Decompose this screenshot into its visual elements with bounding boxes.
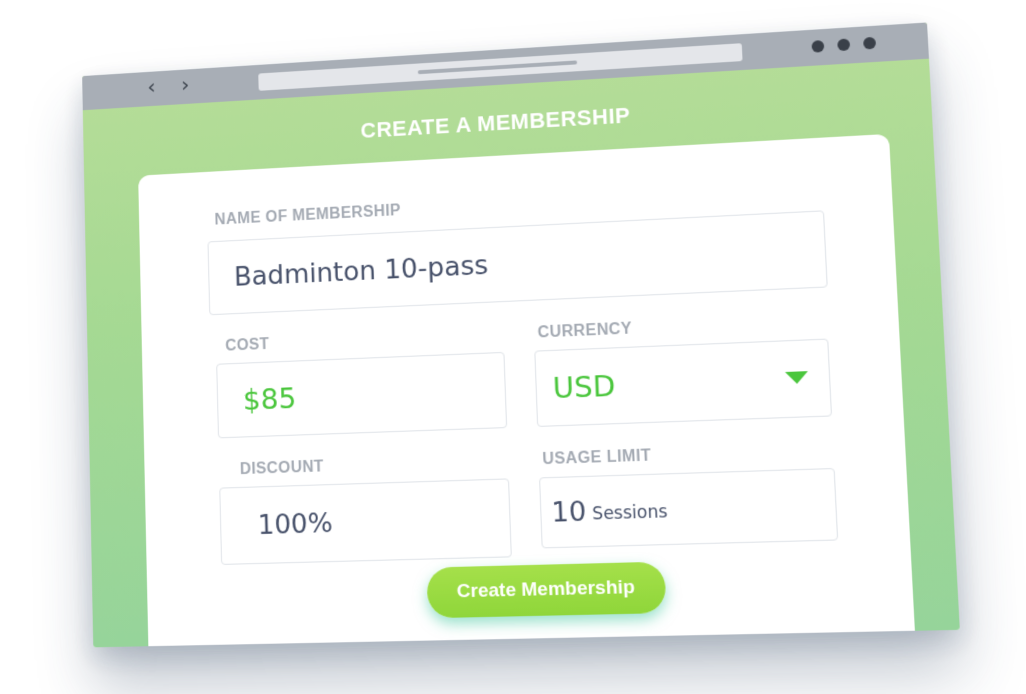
usage-limit-unit: Sessions — [591, 501, 668, 525]
dot-icon — [837, 38, 851, 52]
membership-name-input[interactable]: Badminton 10-pass — [207, 210, 828, 316]
chevron-right-icon[interactable]: › — [181, 73, 190, 97]
name-label: NAME OF MEMBERSHIP — [214, 202, 402, 229]
cost-input[interactable]: $85 — [216, 351, 508, 439]
dot-icon — [863, 36, 877, 50]
membership-form-card: NAME OF MEMBERSHIP Badminton 10-pass COS… — [138, 133, 917, 648]
create-membership-button[interactable]: Create Membership — [426, 561, 667, 619]
chevron-left-icon[interactable]: ‹ — [147, 75, 156, 99]
discount-value: 100% — [257, 507, 334, 541]
cost-value: $85 — [242, 381, 297, 417]
currency-selected-value: USD — [552, 368, 616, 406]
stage: ‹ › CREATE A MEMBERSHIP NAME OF MEMBERSH… — [0, 0, 1026, 694]
cost-label: COST — [225, 336, 270, 355]
discount-label: DISCOUNT — [239, 458, 325, 479]
dropdown-caret-icon — [785, 371, 809, 385]
dot-icon — [811, 40, 825, 53]
usage-limit-input[interactable]: 10 Sessions — [539, 467, 839, 549]
address-bar[interactable] — [258, 43, 743, 91]
currency-select[interactable]: USD — [534, 338, 833, 427]
address-placeholder-line — [417, 60, 578, 75]
discount-input[interactable]: 100% — [219, 478, 512, 565]
currency-label: CURRENCY — [537, 320, 633, 342]
usage-limit-label: USAGE LIMIT — [542, 447, 652, 469]
membership-name-value: Badminton 10-pass — [233, 249, 489, 293]
usage-limit-value: 10 — [550, 495, 587, 529]
window-dots-icon[interactable] — [811, 36, 877, 53]
browser-window: ‹ › CREATE A MEMBERSHIP NAME OF MEMBERSH… — [82, 22, 960, 648]
